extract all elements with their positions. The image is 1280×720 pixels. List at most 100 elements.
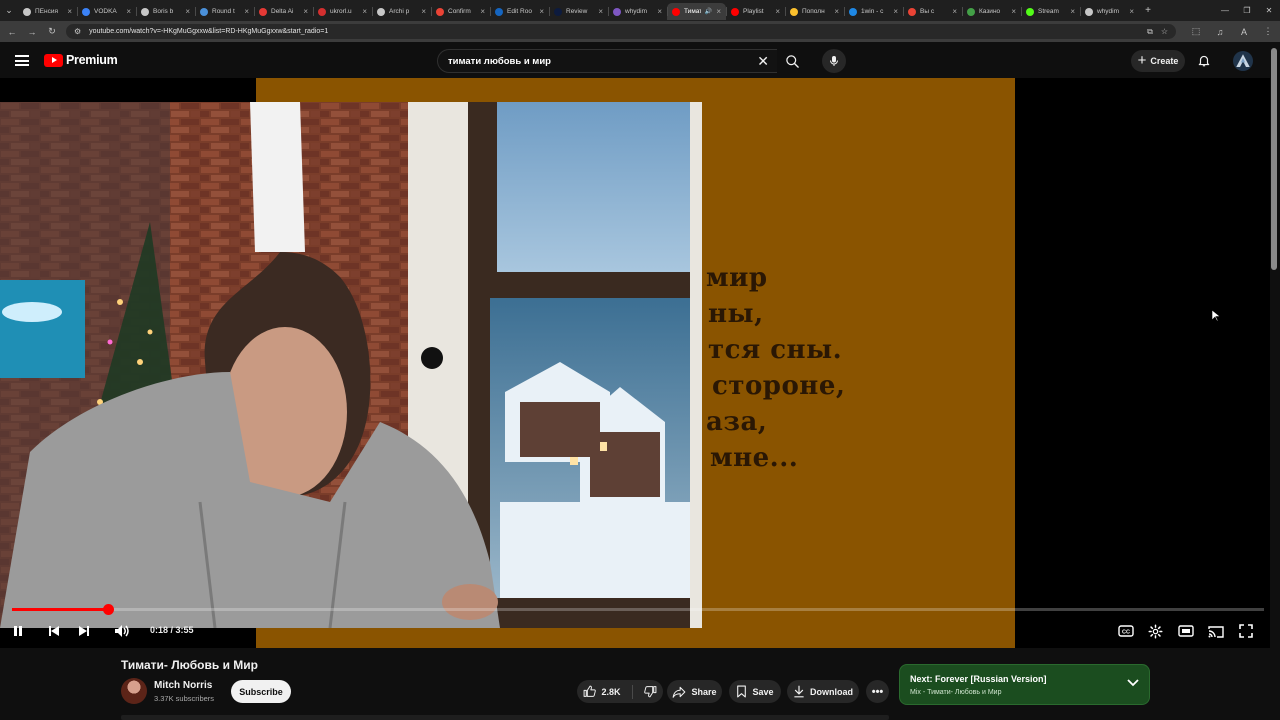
create-button[interactable]: + Create — [1131, 50, 1185, 72]
browser-tab[interactable]: Казино × — [962, 3, 1021, 20]
tab-close-icon[interactable]: × — [1129, 7, 1134, 16]
tab-close-icon[interactable]: × — [775, 7, 780, 16]
logo-text: Premium — [66, 53, 118, 67]
bookmark-icon — [737, 685, 747, 698]
browser-tab[interactable]: Confirm × — [431, 3, 490, 20]
forward-icon[interactable]: → — [26, 25, 38, 39]
tab-close-icon[interactable]: × — [362, 7, 367, 16]
clear-search-icon[interactable]: ✕ — [757, 53, 769, 70]
notifications-bell-icon[interactable] — [1197, 53, 1211, 73]
tab-close-icon[interactable]: × — [303, 7, 308, 16]
share-button[interactable]: Share — [667, 680, 722, 703]
channel-avatar[interactable] — [121, 678, 147, 704]
open-in-app-icon[interactable]: ⧉ — [1147, 27, 1153, 37]
volume-button[interactable] — [114, 623, 130, 639]
profile-icon[interactable]: A — [1238, 25, 1250, 39]
subscribe-button[interactable]: Subscribe — [231, 680, 291, 703]
browser-tab[interactable]: 1win - c × — [844, 3, 903, 20]
scrubber-handle[interactable] — [103, 604, 115, 615]
browser-tab[interactable]: Edit Roo × — [490, 3, 549, 20]
tab-close-icon[interactable]: × — [421, 7, 426, 16]
channel-name[interactable]: Mitch Norris — [154, 680, 212, 691]
tab-close-icon[interactable]: × — [67, 7, 72, 16]
tab-close-icon[interactable]: × — [185, 7, 190, 16]
previous-button[interactable] — [48, 623, 60, 639]
subscriber-count: 3.37K subscribers — [154, 694, 215, 703]
browser-tab[interactable]: Archi p × — [372, 3, 431, 20]
minimize-icon[interactable]: — — [1214, 0, 1236, 21]
download-button[interactable]: Download — [787, 680, 859, 703]
tab-title: Delta Ai — [271, 8, 294, 15]
pause-button[interactable] — [12, 623, 24, 639]
browser-tab[interactable]: Boris b × — [136, 3, 195, 20]
account-avatar[interactable] — [1233, 51, 1253, 71]
tab-close-icon[interactable]: × — [1070, 7, 1075, 16]
theater-mode-button[interactable] — [1178, 623, 1194, 639]
time-display: 0:18 / 3:55 — [150, 625, 194, 635]
tab-audio-icon[interactable]: 🔊 — [705, 8, 712, 15]
browser-tab[interactable]: whydim × — [608, 3, 667, 20]
more-actions-button[interactable]: ••• — [866, 680, 889, 703]
browser-tab[interactable]: Пополн × — [785, 3, 844, 20]
mouse-cursor-icon — [1212, 310, 1220, 322]
browser-tab[interactable]: Delta Ai × — [254, 3, 313, 20]
media-controls-icon[interactable]: ♫ — [1214, 25, 1226, 39]
tab-close-icon[interactable]: × — [244, 7, 249, 16]
browser-toolbar: ← → ↻ ⚙ youtube.com/watch?v=-HKgMuGgxxw&… — [0, 21, 1280, 42]
tab-close-icon[interactable]: × — [480, 7, 485, 16]
browser-tab[interactable]: ukrorl.u × — [313, 3, 372, 20]
restore-icon[interactable]: ❐ — [1236, 0, 1258, 21]
cast-button[interactable] — [1208, 623, 1224, 639]
tab-close-icon[interactable]: × — [1011, 7, 1016, 16]
settings-button[interactable] — [1148, 623, 1163, 639]
browser-menu-icon[interactable]: ⋮ — [1262, 25, 1274, 39]
tab-close-icon[interactable]: × — [716, 7, 721, 16]
like-button[interactable]: 2.8K — [583, 685, 621, 698]
tab-close-icon[interactable]: × — [539, 7, 544, 16]
youtube-premium-logo[interactable]: Premium — [44, 53, 118, 67]
browser-tab[interactable]: Вы с × — [903, 3, 962, 20]
bookmark-star-icon[interactable]: ☆ — [1161, 27, 1168, 36]
extensions-icon[interactable]: ⬚ — [1190, 25, 1202, 39]
page-scrollbar[interactable] — [1271, 48, 1277, 270]
browser-tab[interactable]: Review × — [549, 3, 608, 20]
tab-close-icon[interactable]: × — [657, 7, 662, 16]
address-bar[interactable]: ⚙ youtube.com/watch?v=-HKgMuGgxxw&list=R… — [66, 24, 1176, 39]
chevron-down-icon[interactable] — [1127, 678, 1139, 688]
captions-button[interactable]: CC — [1118, 623, 1134, 639]
tab-search-icon[interactable]: ⌄ — [0, 0, 18, 21]
close-window-icon[interactable]: ✕ — [1258, 0, 1280, 21]
tab-favicon-icon — [200, 7, 208, 16]
video-player[interactable]: мир ны, тся сны. стороне, аза, мне... 0:… — [0, 78, 1270, 648]
tab-close-icon[interactable]: × — [598, 7, 603, 16]
dislike-button[interactable] — [643, 685, 657, 698]
search-button[interactable] — [777, 49, 807, 73]
browser-tab[interactable]: Тимат 🔊 × — [667, 3, 726, 20]
voice-search-button[interactable] — [822, 49, 846, 73]
next-up-card[interactable]: Next: Forever [Russian Version] Mix - Ти… — [899, 664, 1150, 705]
url-text: youtube.com/watch?v=-HKgMuGgxxw&list=RD-… — [89, 28, 329, 35]
hamburger-menu-icon[interactable] — [15, 55, 29, 66]
browser-tab[interactable]: Stream × — [1021, 3, 1080, 20]
tab-close-icon[interactable]: × — [834, 7, 839, 16]
next-button[interactable] — [78, 623, 90, 639]
tab-close-icon[interactable]: × — [126, 7, 131, 16]
search-input[interactable]: тимати любовь и мир ✕ — [437, 49, 777, 73]
tab-close-icon[interactable]: × — [952, 7, 957, 16]
reload-icon[interactable]: ↻ — [46, 25, 58, 39]
tab-close-icon[interactable]: × — [893, 7, 898, 16]
previous-icon — [49, 626, 59, 636]
browser-tab[interactable]: whydim × — [1080, 3, 1139, 20]
fullscreen-button[interactable] — [1239, 623, 1253, 639]
browser-tab[interactable]: VODKA × — [77, 3, 136, 20]
progress-bar[interactable] — [12, 604, 1264, 615]
browser-tab[interactable]: ПЕнсия × — [18, 3, 77, 20]
tab-favicon-icon — [672, 7, 680, 16]
browser-tab[interactable]: Round t × — [195, 3, 254, 20]
site-info-icon[interactable]: ⚙ — [74, 27, 81, 36]
new-tab-button[interactable]: + — [1139, 5, 1157, 16]
thumbs-up-icon — [584, 685, 597, 697]
browser-tab[interactable]: Playlist × — [726, 3, 785, 20]
back-icon[interactable]: ← — [6, 25, 18, 39]
save-button[interactable]: Save — [729, 680, 781, 703]
